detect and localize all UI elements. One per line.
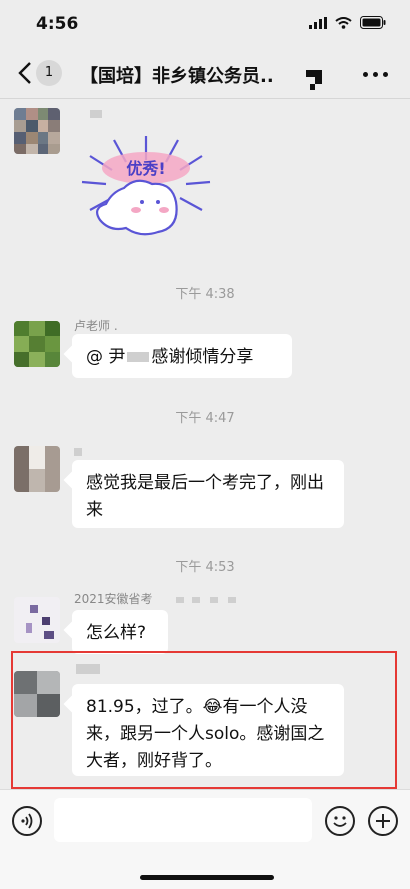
message-bubble[interactable]: 感觉我是最后一个考完了，刚出来 (72, 460, 344, 528)
mention-blurred (127, 352, 150, 362)
timestamp: 下午 4:47 (175, 411, 235, 426)
emoji-button[interactable] (325, 806, 355, 836)
avatar[interactable] (14, 446, 60, 492)
chat-title: 【国培】非乡镇公务员.. (80, 66, 274, 87)
sender-name-blurred (90, 110, 102, 118)
highlight-box (11, 651, 397, 789)
sender-name-blurred (210, 597, 218, 603)
status-time: 4:56 (36, 14, 79, 34)
status-icons (309, 16, 386, 29)
avatar[interactable] (14, 597, 60, 643)
message-bubble[interactable]: @ 尹 感谢倾情分享 (72, 334, 292, 378)
sender-name-blurred (74, 448, 82, 456)
wifi-icon (335, 16, 352, 29)
sender-name: 2021安徽省考 (74, 592, 153, 606)
sticker-caption: 优秀! (126, 159, 165, 178)
more-options-button[interactable] (363, 72, 388, 77)
unread-badge[interactable]: 1 (36, 60, 62, 86)
more-functions-button[interactable] (368, 806, 398, 836)
avatar-image (14, 597, 60, 643)
voice-icon (21, 813, 33, 829)
timestamp: 下午 4:53 (175, 560, 235, 575)
battery-icon (360, 16, 386, 29)
header-divider (0, 98, 410, 99)
status-bar: 4:56 (0, 0, 410, 48)
message-text: 感谢倾情分享 (151, 347, 254, 367)
avatar-image (14, 108, 60, 154)
muted-icon (306, 70, 322, 90)
plus-icon (376, 814, 390, 828)
avatar-image (14, 321, 60, 367)
avatar[interactable] (14, 321, 60, 367)
input-bar (0, 789, 410, 889)
emoji-icon (333, 816, 347, 827)
back-chevron-icon[interactable] (14, 60, 38, 86)
signal-icon (309, 16, 327, 29)
sender-name-blurred (192, 597, 200, 603)
sender-name-blurred (176, 597, 184, 603)
avatar[interactable] (14, 108, 60, 154)
message-input[interactable] (54, 798, 312, 842)
message-text: 感觉我是最后一个考完了，刚出来 (86, 473, 324, 520)
timestamp: 下午 4:38 (175, 287, 235, 302)
mention[interactable]: @ 尹 (86, 347, 125, 367)
sticker-image: 优秀! (81, 136, 211, 236)
sender-name: 卢老师 . (74, 319, 118, 333)
home-indicator (140, 875, 274, 880)
sender-name-blurred (228, 597, 236, 603)
sticker-message[interactable]: 优秀! (76, 128, 216, 248)
chat-header: 1 【国培】非乡镇公务员.. (0, 48, 410, 98)
voice-input-button[interactable] (12, 806, 42, 836)
message-text: 怎么样? (86, 623, 147, 643)
avatar-image (14, 446, 60, 492)
message-bubble[interactable]: 怎么样? (72, 610, 168, 654)
